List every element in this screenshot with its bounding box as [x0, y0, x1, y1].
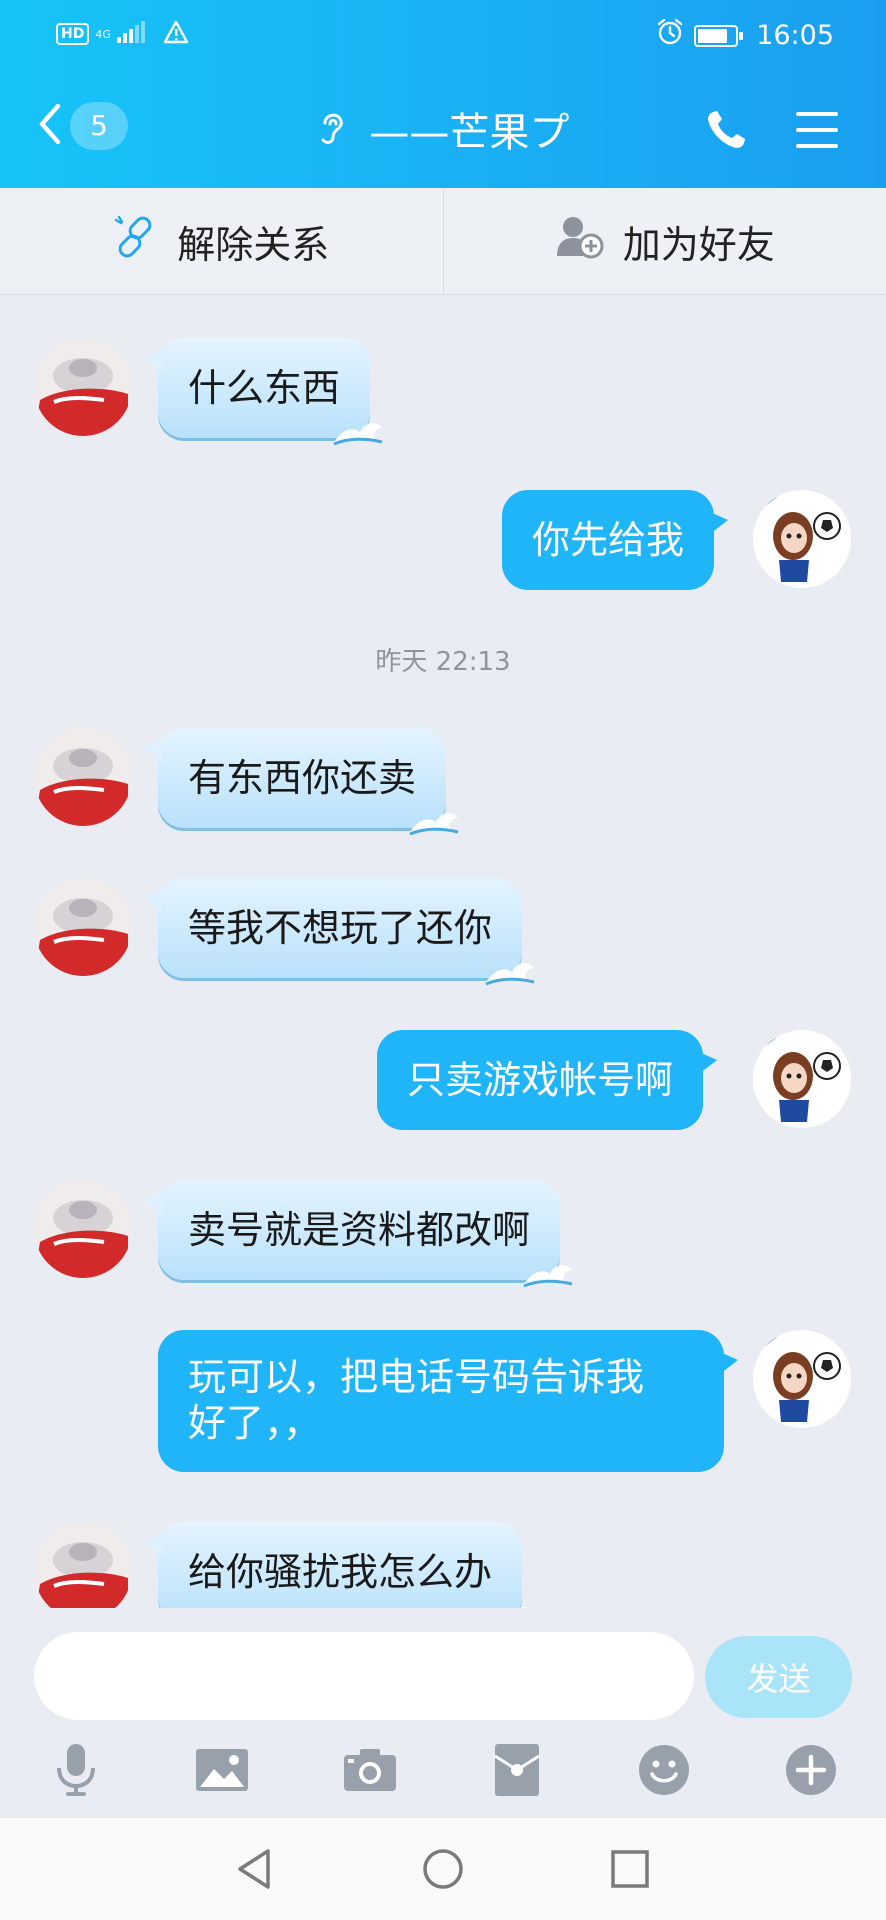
message-bubble-incoming[interactable]: 有东西你还卖	[143, 728, 459, 836]
message-text: 等我不想玩了还你	[188, 906, 493, 950]
battery-fill	[698, 28, 727, 43]
message-row: 等我不想玩了还你	[0, 878, 886, 986]
unlink-label: 解除关系	[177, 222, 330, 267]
message-bubble-outgoing[interactable]: 玩可以，把电话号码告诉我 好了，，	[158, 1330, 738, 1472]
voice-button[interactable]	[46, 1742, 106, 1802]
message-bubble-incoming[interactable]: 给你骚扰我怎么办	[143, 1522, 529, 1608]
system-recents-button[interactable]	[605, 1846, 655, 1896]
header: HD 4G 16:05 5 ——芒果プ	[0, 0, 886, 188]
add-friend-label: 加为好友	[622, 222, 775, 267]
message-text: 你先给我	[532, 518, 685, 562]
hd-icon: HD	[56, 23, 90, 45]
wave-decoration-icon	[409, 813, 459, 836]
message-text: 有东西你还卖	[188, 756, 417, 800]
input-area: 发送	[0, 1608, 886, 1818]
system-home-button[interactable]	[418, 1846, 468, 1896]
nav-bar: 5 ——芒果プ	[0, 88, 886, 178]
add-friend-button[interactable]: 加为好友	[442, 188, 886, 294]
emoji-button[interactable]	[634, 1742, 694, 1802]
message-row: 只卖游戏帐号啊	[0, 1030, 886, 1134]
send-button[interactable]: 发送	[705, 1636, 852, 1718]
home-circle-icon	[421, 1847, 465, 1895]
message-bubble-outgoing[interactable]: 你先给我	[502, 490, 729, 590]
menu-icon-bar-top	[796, 112, 838, 116]
message-row: 什么东西	[0, 338, 886, 446]
message-text-line-2: 好了，，	[188, 1401, 322, 1445]
microphone-icon	[53, 1742, 99, 1802]
chat-title[interactable]: ——芒果プ	[0, 106, 886, 159]
unlink-button[interactable]: 解除关系	[0, 188, 443, 294]
status-right: 16:05	[656, 18, 834, 53]
phone-icon	[704, 111, 748, 156]
message-text: 只卖游戏帐号啊	[407, 1058, 674, 1102]
action-bar: 解除关系 加为好友	[0, 188, 886, 295]
message-bubble-incoming[interactable]: 等我不想玩了还你	[143, 878, 535, 986]
message-row: 玩可以，把电话号码告诉我 好了，，	[0, 1330, 886, 1476]
my-avatar[interactable]	[753, 1330, 851, 1428]
message-bubble-outgoing[interactable]: 只卖游戏帐号啊	[377, 1030, 718, 1130]
contact-avatar[interactable]	[34, 338, 132, 436]
status-time: 16:05	[756, 20, 834, 51]
wave-decoration-icon	[519, 1607, 529, 1608]
chat-area[interactable]: 什么东西 你先给我 昨天 22:13 有东西你还卖 等我不想玩了还你 只卖游戏帐…	[0, 296, 886, 1608]
warning-icon	[163, 20, 189, 48]
recents-square-icon	[610, 1849, 650, 1893]
input-toolbar	[0, 1742, 886, 1802]
plus-icon	[784, 1743, 838, 1801]
red-packet-icon	[493, 1742, 541, 1802]
message-text-line-1: 玩可以，把电话号码告诉我	[188, 1355, 645, 1399]
message-row: 有东西你还卖	[0, 728, 886, 836]
message-text: 什么东西	[188, 366, 341, 410]
network-type: 4G	[95, 27, 111, 41]
camera-button[interactable]	[340, 1742, 400, 1802]
red-packet-button[interactable]	[487, 1742, 547, 1802]
wave-decoration-icon	[333, 423, 383, 446]
message-row: 卖号就是资料都改啊	[0, 1180, 886, 1288]
image-icon	[194, 1747, 250, 1797]
message-input[interactable]	[34, 1632, 694, 1720]
message-bubble-incoming[interactable]: 卖号就是资料都改啊	[143, 1180, 573, 1288]
camera-icon	[342, 1747, 398, 1797]
menu-icon-bar-bottom	[796, 144, 838, 148]
call-button[interactable]	[704, 108, 748, 156]
contact-avatar[interactable]	[34, 1180, 132, 1278]
message-text: 卖号就是资料都改啊	[188, 1208, 531, 1252]
status-left: HD 4G	[56, 20, 189, 48]
timestamp: 昨天 22:13	[375, 647, 511, 677]
message-text: 给你骚扰我怎么办	[188, 1550, 493, 1594]
status-bar: HD 4G 16:05	[0, 0, 886, 74]
contact-name: ——芒果プ	[369, 110, 570, 156]
contact-avatar[interactable]	[34, 728, 132, 826]
unlink-icon	[113, 214, 159, 269]
message-row: 你先给我	[0, 490, 886, 594]
battery-icon	[694, 24, 744, 47]
wave-decoration-icon	[485, 963, 535, 986]
contact-avatar[interactable]	[34, 1522, 132, 1608]
menu-icon-bar-mid	[796, 128, 838, 132]
back-triangle-icon	[234, 1847, 274, 1895]
message-row: 给你骚扰我怎么办	[0, 1522, 886, 1608]
message-bubble-incoming[interactable]: 什么东西	[143, 338, 383, 446]
system-back-button[interactable]	[229, 1846, 279, 1896]
emoji-icon	[637, 1743, 691, 1801]
contact-avatar[interactable]	[34, 878, 132, 976]
system-navigation-bar	[0, 1818, 886, 1920]
my-avatar[interactable]	[753, 1030, 851, 1128]
image-button[interactable]	[192, 1742, 252, 1802]
add-friend-icon	[555, 214, 605, 269]
ear-icon	[317, 107, 347, 159]
wave-decoration-icon	[523, 1265, 573, 1288]
my-avatar[interactable]	[753, 490, 851, 588]
alarm-icon	[656, 18, 684, 53]
more-button[interactable]	[781, 1742, 841, 1802]
menu-button[interactable]	[796, 112, 838, 148]
signal-icon	[117, 21, 147, 47]
